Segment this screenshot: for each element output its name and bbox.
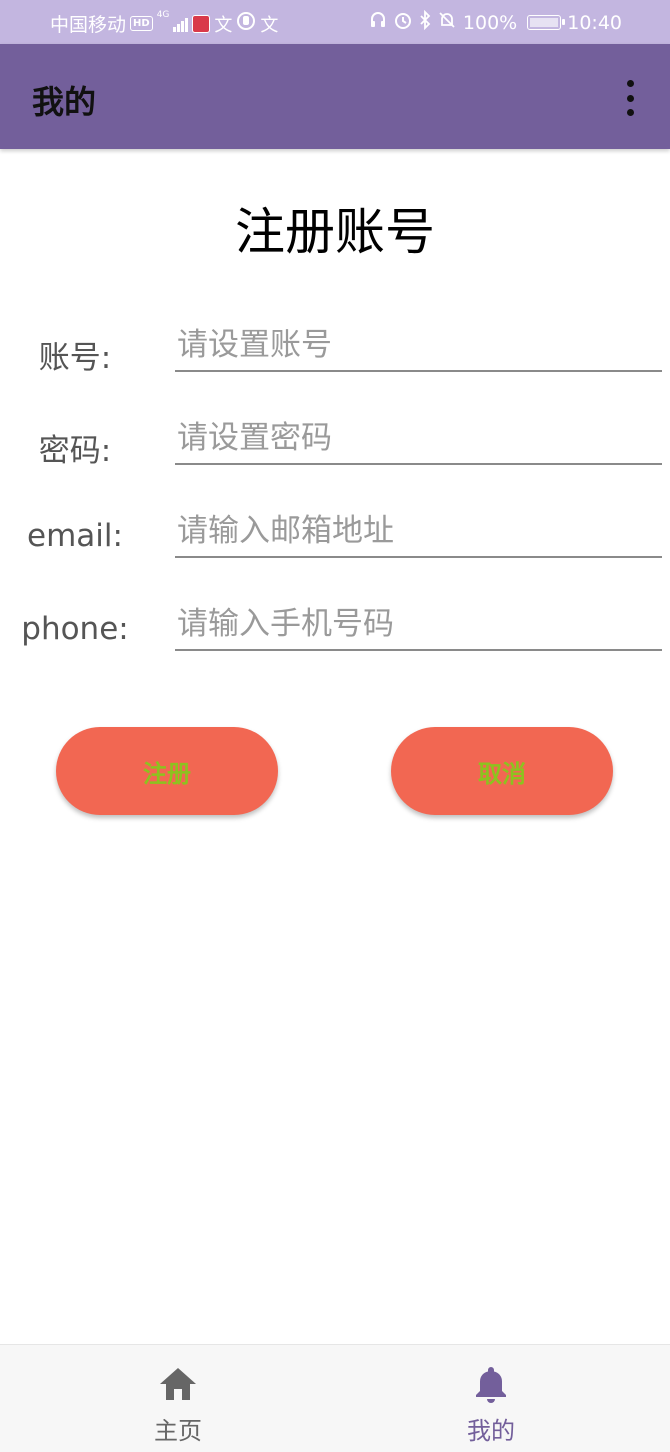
alarm-icon bbox=[393, 10, 413, 35]
status-right: 100% 10:40 bbox=[369, 9, 622, 35]
phone-row: phone: bbox=[0, 599, 670, 659]
status-left: 中国移动 HD 4G 文 文 bbox=[50, 10, 278, 37]
home-icon bbox=[160, 1368, 196, 1400]
mute-bell-icon bbox=[437, 10, 457, 35]
email-row: email: bbox=[0, 506, 670, 566]
battery-icon bbox=[527, 15, 566, 30]
more-vert-icon[interactable] bbox=[618, 80, 642, 116]
translate-icon: 文 bbox=[214, 14, 233, 36]
nav-label-mine: 我的 bbox=[467, 1417, 515, 1445]
phone-label: phone: bbox=[21, 611, 129, 647]
battery-percent: 100% bbox=[462, 11, 518, 34]
hd-badge: HD bbox=[130, 16, 153, 31]
app-bar: 我的 bbox=[0, 44, 670, 149]
translate-icon-2: 文 bbox=[260, 14, 279, 36]
cancel-button[interactable]: 取消 bbox=[391, 727, 613, 815]
app-bar-title: 我的 bbox=[32, 83, 97, 121]
nav-item-mine[interactable]: 我的 bbox=[391, 1345, 591, 1452]
account-label: 账号: bbox=[38, 340, 112, 376]
phone-input[interactable] bbox=[175, 599, 662, 651]
status-bar: 中国移动 HD 4G 文 文 100% 10:40 bbox=[0, 0, 670, 44]
bell-icon bbox=[476, 1367, 506, 1403]
network-type: 4G bbox=[156, 10, 170, 20]
account-input[interactable] bbox=[175, 320, 662, 372]
register-screen: 中国移动 HD 4G 文 文 100% 10:40 我的 注册账号 账号: 请设… bbox=[0, 0, 670, 1452]
carrier-name: 中国移动 bbox=[50, 14, 127, 36]
password-label: 密码: bbox=[38, 433, 112, 469]
nav-label-home: 主页 bbox=[154, 1417, 202, 1445]
password-input[interactable] bbox=[175, 413, 662, 465]
hand-icon bbox=[236, 11, 256, 36]
book-app-icon bbox=[192, 14, 211, 33]
email-input[interactable] bbox=[175, 506, 662, 558]
nav-item-home[interactable]: 主页 bbox=[78, 1345, 278, 1452]
password-row: 密码: bbox=[0, 413, 670, 473]
register-button[interactable]: 注册 bbox=[56, 727, 278, 815]
account-row: 账号: bbox=[0, 320, 670, 380]
signal-icon bbox=[173, 16, 189, 32]
headset-icon bbox=[369, 11, 387, 34]
bluetooth-icon bbox=[419, 9, 431, 35]
email-label: email: bbox=[27, 518, 123, 554]
bottom-nav: 主页 我的 bbox=[0, 1344, 670, 1452]
page-title: 注册账号 bbox=[235, 203, 435, 261]
clock-time: 10:40 bbox=[567, 11, 622, 34]
